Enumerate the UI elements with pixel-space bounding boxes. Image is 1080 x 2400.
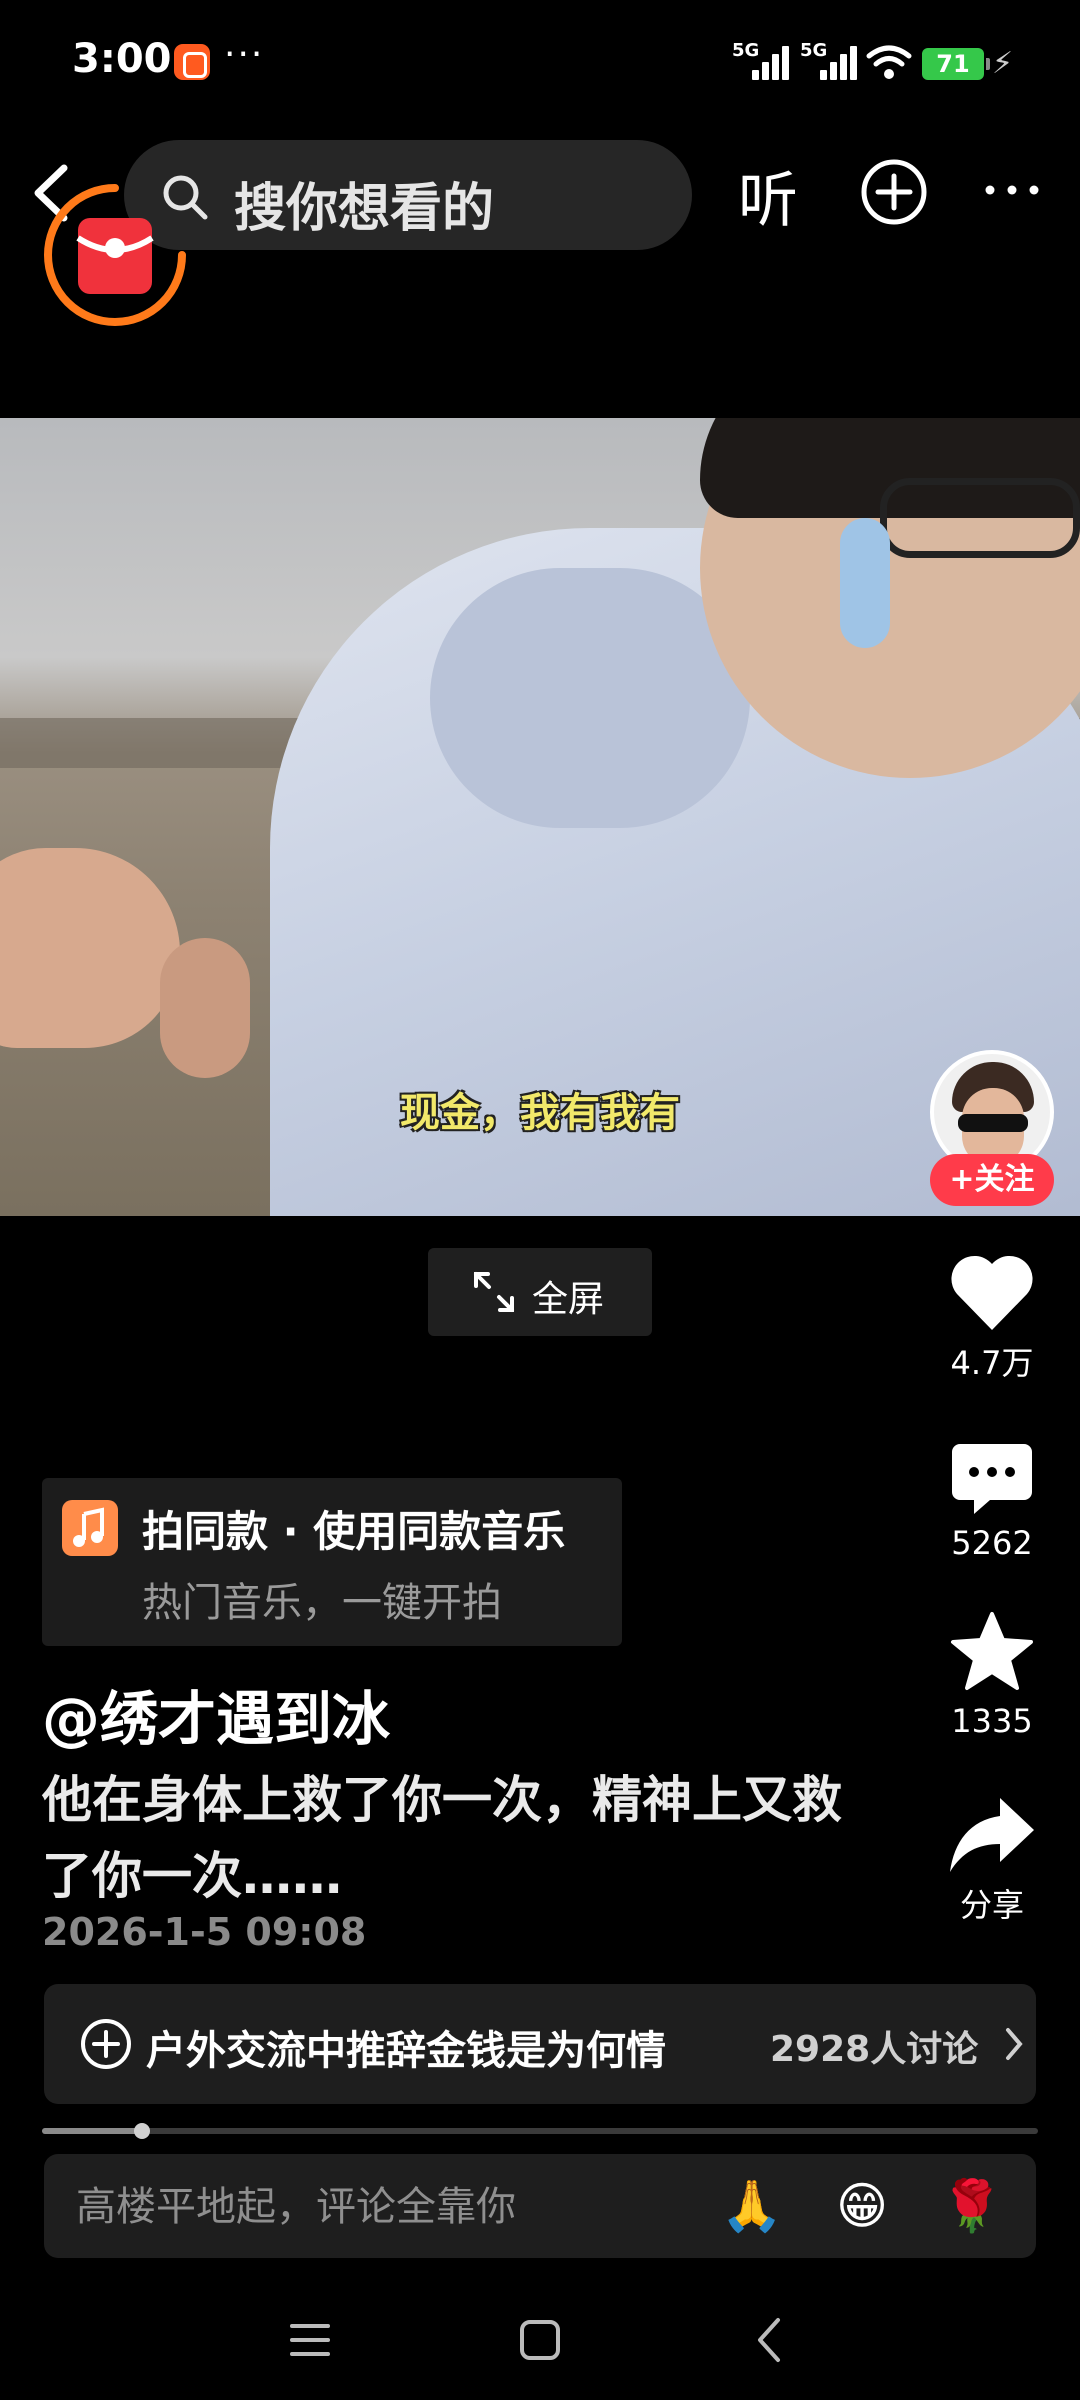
comment-bar: 🙏 😁 🌹 [44,2154,1036,2258]
status-time: 3:00 [72,36,172,82]
app-notification-icon [174,44,210,80]
favorite-count: 1335 [951,1702,1033,1740]
emoji-grin-button[interactable]: 😁 [830,2174,894,2238]
post-date: 2026-1-5 09:08 [42,1910,367,1954]
star-icon [951,1612,1033,1690]
favorite-button[interactable]: 1335 [930,1610,1054,1740]
topic-discussion-count: 2928人讨论 [770,2029,979,2070]
status-bar: 3:00 ··· 5G 5G 71 ⚡ [0,0,1080,120]
search-bar[interactable]: 搜你想看的 [124,140,692,250]
music-subtitle: 热门音乐，一键开拍 [142,1580,502,1626]
use-music-card[interactable]: 拍同款 · 使用同款音乐 热门音乐，一键开拍 [42,1478,622,1646]
share-button[interactable]: 分享 [930,1794,1054,1926]
add-circle-icon [81,2019,131,2069]
post-description: 他在身体上救了你一次，精神上又救了你一次…… [42,1771,842,1905]
heart-icon [951,1255,1033,1330]
red-packet-icon[interactable] [40,180,190,330]
wifi-icon [866,45,912,79]
video-progress-bar[interactable] [42,2123,1038,2139]
add-button[interactable] [860,158,928,226]
comment-button[interactable]: 5262 [930,1440,1054,1562]
video-player[interactable]: 现金，我有我有 [0,418,1080,1216]
menu-icon[interactable] [280,2310,340,2370]
share-icon [950,1798,1034,1872]
topic-discussion-bar[interactable]: 户外交流中推辞金钱是为何情 2928人讨论 [44,1984,1036,2104]
expand-icon [474,1272,514,1312]
emoji-rose-button[interactable]: 🌹 [940,2174,1004,2238]
search-placeholder: 搜你想看的 [234,179,495,239]
comment-icon [952,1444,1032,1514]
progress-thumb[interactable] [133,2123,150,2139]
back-nav-icon[interactable] [740,2310,800,2370]
system-navigation-bar [0,2280,1080,2400]
battery-indicator: 71 [922,48,990,80]
signal-icon [752,44,796,80]
signal-icon-2 [820,44,864,80]
fullscreen-button[interactable]: 全屏 [428,1248,652,1336]
share-label: 分享 [959,1886,1024,1924]
video-subtitle: 现金，我有我有 [400,1090,680,1136]
music-title: 拍同款 · 使用同款音乐 [142,1507,566,1556]
comment-count: 5262 [951,1524,1033,1562]
charging-icon: ⚡ [992,46,1014,81]
author-name[interactable]: @绣才遇到冰 [42,1672,390,1756]
like-button[interactable]: 4.7万 [930,1254,1054,1384]
emoji-pray-button[interactable]: 🙏 [720,2174,784,2238]
status-more-dots: ··· [224,34,265,75]
comment-input[interactable] [76,2182,716,2232]
fullscreen-label: 全屏 [532,1279,605,1320]
follow-button[interactable]: +关注 [930,1154,1054,1206]
music-note-icon [62,1500,118,1556]
home-icon[interactable] [510,2310,570,2370]
topic-text: 户外交流中推辞金钱是为何情 [146,2028,666,2074]
like-count: 4.7万 [950,1344,1034,1382]
progress-fill [42,2128,142,2134]
listen-button[interactable]: 听 [738,152,798,239]
more-options-button[interactable] [982,170,1042,210]
chevron-right-icon [1006,2028,1023,2060]
